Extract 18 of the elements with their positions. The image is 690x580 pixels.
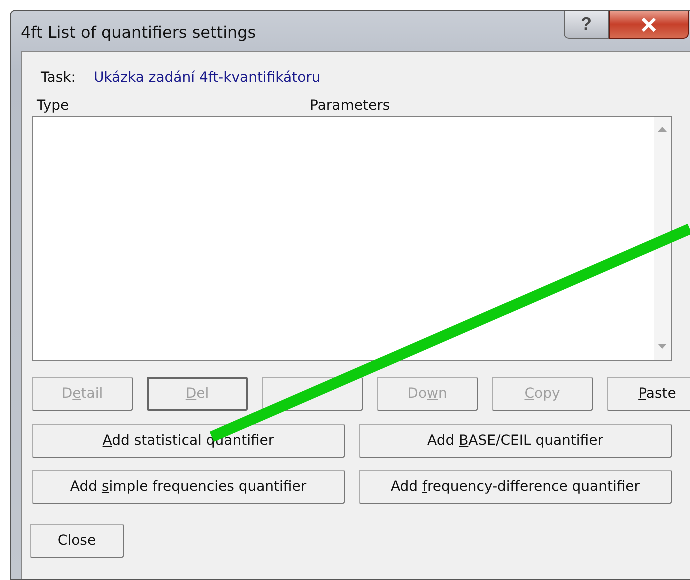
column-header: Parameters — [310, 98, 390, 114]
task-name: Ukázka zadání 4ft-kvantifikátoru — [94, 70, 321, 86]
close-button[interactable] — [609, 11, 689, 39]
quantifier-list[interactable] — [32, 116, 672, 361]
window-title: 4ft List of quantifiers settings — [21, 23, 256, 42]
help-button[interactable]: ? — [564, 11, 609, 39]
list-button[interactable]: Paste — [607, 377, 690, 411]
column-header: Type — [37, 98, 70, 114]
task-label: Task: — [41, 70, 76, 86]
add-quantifier-button[interactable]: Add simple frequencies quantifier — [32, 470, 345, 504]
add-quantifier-button[interactable]: Add frequency-difference quantifier — [359, 470, 672, 504]
add-quantifier-button[interactable]: Add statistical quantifier — [32, 424, 345, 458]
scroll-up-icon — [658, 126, 667, 132]
scroll-down-icon — [658, 344, 667, 350]
scrollbar[interactable] — [654, 117, 671, 360]
close-dialog-button[interactable]: Close — [30, 524, 124, 558]
close-icon — [640, 18, 658, 32]
add-quantifier-button[interactable]: Add BASE/CEIL quantifier — [359, 424, 672, 458]
